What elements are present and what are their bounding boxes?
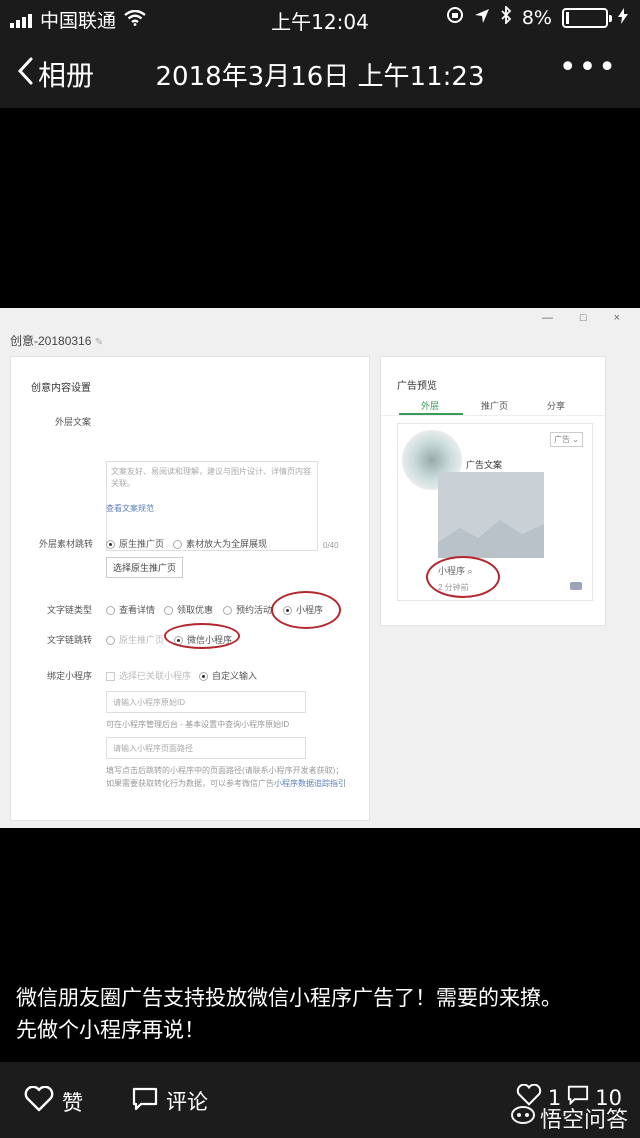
window-controls: — □ × [541, 312, 632, 324]
bluetooth-icon [500, 4, 512, 29]
orientation-lock-icon [446, 6, 464, 29]
tab-share[interactable]: 分享 [547, 399, 565, 412]
comment-icon[interactable] [570, 582, 582, 590]
pencil-icon: ✎ [94, 337, 104, 348]
preview-heading: 广告预览 [397, 381, 437, 392]
highlight-circle [271, 591, 341, 629]
link-type-label: 文字链类型 [47, 605, 93, 615]
heart-icon [24, 1085, 54, 1117]
tab-divider [381, 415, 607, 416]
watermark-text: 悟空问答 [539, 1108, 628, 1133]
checkbox-icon [106, 672, 115, 682]
link-jump-label: 文字链跳转 [47, 635, 93, 645]
mini-program-path-input[interactable]: 请输入小程序页面路径 [106, 737, 306, 759]
char-count: 0/40 [323, 541, 339, 550]
battery-icon [562, 7, 612, 28]
radio-icon [173, 540, 182, 550]
ad-preview-panel: 广告预览 外层 推广页 分享 广告 ⌄ 广告文案 小程序 ⌕ 2 分钟前 [380, 356, 607, 626]
highlight-circle [164, 623, 240, 649]
link-type-option-coupon[interactable]: 领取优惠 [164, 603, 213, 616]
nav-bar: 相册 2018年3月16日 上午11:23 ••• [0, 36, 640, 108]
like-button[interactable]: 赞 [24, 1085, 83, 1117]
mountain-icon [438, 520, 544, 558]
page-title: 2018年3月16日 上午11:23 [155, 62, 485, 92]
photo-image[interactable]: — □ × 创意-20180316 ✎ 创意内容设置 外层文案 文案友好、易阅读… [0, 308, 640, 828]
radio-icon [106, 540, 115, 550]
bind-option-linked[interactable]: 选择已关联小程序 [106, 669, 191, 682]
ad-text: 广告文案 [466, 460, 503, 470]
like-label: 赞 [62, 1090, 83, 1115]
select-page-button[interactable]: 选择原生推广页 [106, 557, 184, 578]
charging-icon [618, 7, 628, 29]
path-hint-2: 如果需要获取转化行为数据，可以参考微信广告小程序数据追踪指引 [106, 779, 346, 788]
chevron-down-icon: ⌄ [572, 435, 579, 444]
creative-settings-panel: 创意内容设置 外层文案 文案友好、易阅读和理解，建议与图片设计、详情页内容关联。… [10, 356, 370, 821]
status-bar: 中国联通 上午12:04 8% [0, 0, 640, 36]
link-jump-option-native[interactable]: 原生推广页 [106, 633, 164, 646]
section-heading: 创意内容设置 [31, 383, 91, 394]
id-hint: 可在小程序管理后台 - 基本设置中查询小程序原始ID [106, 720, 290, 729]
ad-image-placeholder [438, 472, 544, 558]
radio-icon [164, 606, 173, 616]
link-type-option-booking[interactable]: 预约活动 [223, 603, 272, 616]
outer-jump-option-fullscreen[interactable]: 素材放大为全屏展现 [173, 537, 267, 550]
ad-badge[interactable]: 广告 ⌄ [550, 432, 583, 447]
outer-jump-option-native[interactable]: 原生推广页 [106, 537, 164, 550]
outer-text-label: 外层文案 [55, 417, 92, 427]
wukong-logo-icon [510, 1105, 536, 1131]
radio-icon [223, 606, 232, 616]
guideline-link[interactable]: 查看文案规范 [106, 503, 154, 514]
radio-icon [106, 606, 115, 616]
data-tracking-link[interactable]: 小程序数据追踪指引 [274, 779, 346, 788]
path-hint: 填写点击后跳转的小程序中的页面路径(请联系小程序开发者获取)； [106, 766, 344, 775]
bind-label: 绑定小程序 [47, 671, 93, 681]
outer-jump-label: 外层素材跳转 [39, 539, 94, 549]
window-title: 创意-20180316 ✎ [10, 334, 104, 348]
highlight-circle [426, 556, 500, 598]
link-type-option-details[interactable]: 查看详情 [106, 603, 155, 616]
bottom-bar: 赞 评论 1 10 悟空问答 [0, 1062, 640, 1138]
preview-card: 广告 ⌄ 广告文案 小程序 ⌕ 2 分钟前 [397, 423, 593, 601]
watermark: 悟空问答 [510, 1102, 628, 1134]
caption-line-2: 先做个小程序再说！ [16, 1018, 205, 1042]
comment-label: 评论 [166, 1090, 208, 1114]
more-button[interactable]: ••• [559, 50, 618, 85]
location-icon [474, 7, 490, 29]
battery-percent: 8% [521, 6, 552, 29]
post-caption: 微信朋友圈广告支持投放微信小程序广告了！需要的来撩。 先做个小程序再说！ [16, 982, 624, 1046]
tab-landing-page[interactable]: 推广页 [481, 399, 508, 412]
mini-program-id-input[interactable]: 请输入小程序原始ID [106, 691, 306, 713]
comment-button[interactable]: 评论 [132, 1086, 208, 1116]
radio-icon [106, 636, 115, 646]
radio-icon [199, 672, 208, 682]
bind-option-custom[interactable]: 自定义输入 [199, 669, 257, 682]
caption-line-1: 微信朋友圈广告支持投放微信小程序广告了！需要的来撩。 [16, 986, 562, 1010]
comment-icon [132, 1087, 158, 1116]
tab-outer[interactable]: 外层 [421, 399, 439, 412]
